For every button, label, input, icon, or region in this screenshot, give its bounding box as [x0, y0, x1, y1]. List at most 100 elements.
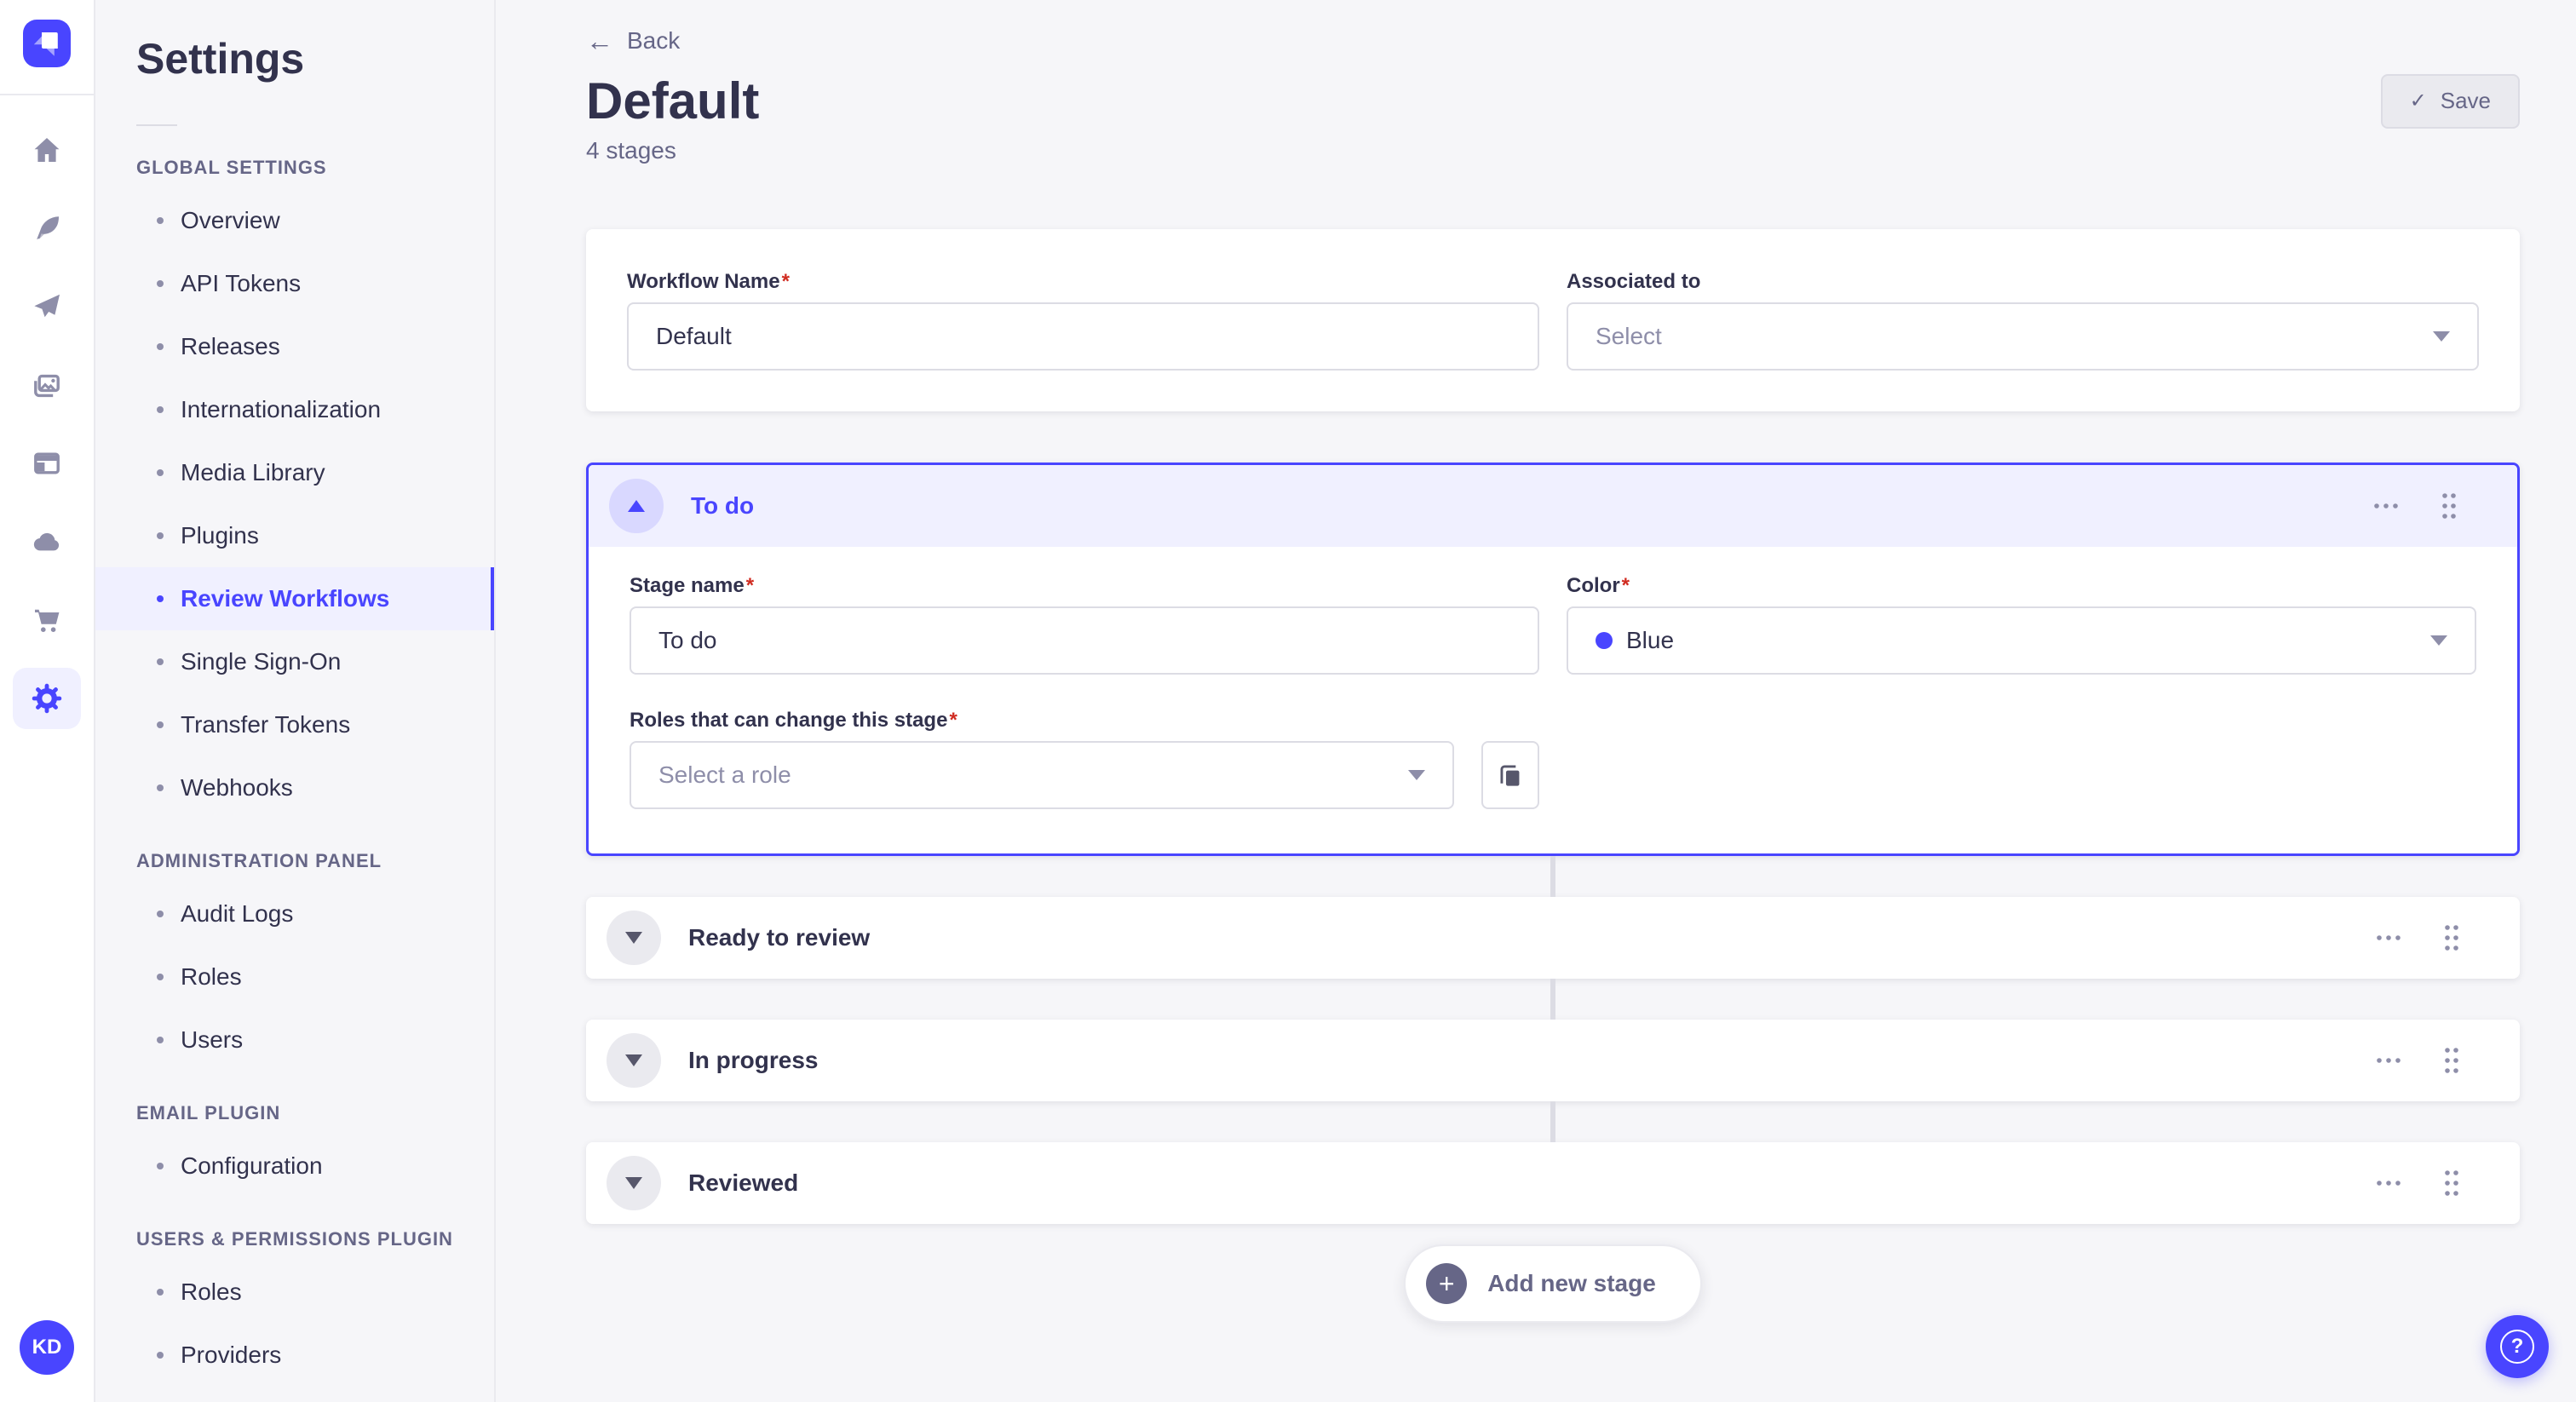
avatar[interactable]: KD — [20, 1320, 74, 1375]
stage-menu-button[interactable] — [2373, 922, 2404, 953]
stage-connector — [586, 1101, 2520, 1142]
page-title: Default — [586, 72, 760, 129]
add-new-stage-button[interactable]: + Add new stage — [1404, 1244, 1702, 1323]
cart-icon[interactable] — [13, 589, 81, 651]
sidebar-section: ADMINISTRATION PANEL Audit Logs Roles Us… — [95, 850, 494, 1072]
bullet-icon — [157, 784, 164, 791]
sidebar-item[interactable]: Overview — [95, 189, 494, 252]
sidebar-item-label: Releases — [181, 333, 280, 359]
drag-handle-icon[interactable] — [2441, 1045, 2462, 1076]
bullet-icon — [157, 974, 164, 980]
sidebar-item[interactable]: Review Workflows — [95, 567, 494, 630]
chevron-down-icon — [1408, 770, 1425, 780]
sidebar-section: EMAIL PLUGIN Configuration — [95, 1102, 494, 1198]
required-asterisk: * — [1621, 574, 1630, 597]
sidebar-item-label: Plugins — [181, 522, 259, 549]
drag-handle-icon[interactable] — [2441, 1168, 2462, 1198]
drag-handle-icon[interactable] — [2441, 922, 2462, 953]
sidebar-item[interactable]: Internationalization — [95, 378, 494, 441]
sidebar-item[interactable]: Media Library — [95, 441, 494, 504]
sidebar-item-label: Roles — [181, 1278, 242, 1305]
sidebar-item-label: Internationalization — [181, 396, 382, 422]
stage-name-input[interactable] — [630, 606, 1539, 675]
sidebar-item[interactable]: Configuration — [95, 1135, 494, 1198]
sidebar-item[interactable]: Audit Logs — [95, 882, 494, 945]
stage-accordion-header[interactable]: Ready to review — [586, 897, 2520, 979]
main-content: ← Back Default ✓ Save 4 stages Workflow … — [496, 0, 2576, 1402]
sidebar-item[interactable]: Single Sign-On — [95, 630, 494, 693]
stage-menu-button[interactable] — [2371, 491, 2401, 521]
sidebar-item-label: Users — [181, 1026, 244, 1053]
home-icon[interactable] — [13, 119, 81, 181]
stage-card-collapsed: In progress — [586, 1020, 2520, 1101]
sidebar-item-label: Single Sign-On — [181, 648, 342, 675]
expand-stage-button[interactable] — [607, 1156, 661, 1210]
required-asterisk: * — [745, 574, 755, 597]
associated-to-select[interactable]: Select — [1567, 302, 2479, 371]
stage-menu-button[interactable] — [2373, 1045, 2404, 1076]
stage-connector — [586, 979, 2520, 1020]
sidebar-item[interactable]: Transfer Tokens — [95, 693, 494, 756]
sidebar-section-items: Overview API Tokens Releases Internation… — [95, 189, 494, 819]
stage-name-heading: To do — [691, 492, 755, 519]
strapi-logo-icon[interactable] — [23, 20, 71, 74]
sidebar-item[interactable]: Providers — [95, 1324, 494, 1387]
workflow-name-label: Workflow Name * — [627, 270, 790, 293]
gear-icon[interactable] — [13, 668, 81, 729]
help-button[interactable]: ? — [2486, 1315, 2549, 1378]
sidebar-item-label: Transfer Tokens — [181, 711, 351, 738]
sidebar-item-label: Overview — [181, 207, 280, 233]
stage-count-subtitle: 4 stages — [586, 137, 676, 164]
stages-list: To do Stage name * To do Color * Blue Ro… — [586, 463, 2520, 1224]
sidebar-item-label: Audit Logs — [181, 900, 294, 927]
rail-nav-items — [13, 119, 81, 729]
stage-name-heading: Reviewed — [688, 1169, 799, 1196]
sidebar-item[interactable]: Plugins — [95, 504, 494, 567]
paper-plane-icon[interactable] — [13, 276, 81, 337]
bullet-icon — [157, 658, 164, 665]
stage-roles-select[interactable]: Select a role — [630, 741, 1454, 809]
stage-menu-button[interactable] — [2373, 1168, 2404, 1198]
sidebar-item[interactable]: Releases — [95, 315, 494, 378]
required-asterisk: * — [949, 709, 957, 732]
settings-sidebar: Settings GLOBAL SETTINGS Overview API To… — [95, 0, 496, 1402]
bullet-icon — [157, 1163, 164, 1169]
plus-icon: + — [1426, 1263, 1468, 1304]
stage-accordion-header[interactable]: To do — [589, 465, 2517, 547]
workflow-name-input[interactable] — [627, 302, 1539, 371]
back-link[interactable]: ← Back — [586, 24, 680, 58]
stage-name-label: Stage name * — [630, 574, 755, 597]
collapse-stage-button[interactable] — [609, 479, 664, 533]
feather-icon[interactable] — [13, 198, 81, 259]
collapsed-stages: Ready to review In progress Reviewed — [586, 856, 2520, 1224]
sidebar-item[interactable]: API Tokens — [95, 252, 494, 315]
sidebar-item[interactable]: Users — [95, 1008, 494, 1072]
stage-roles-placeholder: Select a role — [658, 761, 791, 788]
chevron-down-icon — [2433, 331, 2450, 342]
stage-header-actions — [2373, 922, 2462, 953]
stage-connector — [586, 856, 2520, 897]
sidebar-item-label: API Tokens — [181, 270, 302, 296]
duplicate-stage-button[interactable] — [1481, 741, 1539, 809]
back-arrow-icon: ← — [586, 26, 613, 56]
save-button[interactable]: ✓ Save — [2380, 73, 2520, 129]
sidebar-item[interactable]: Webhooks — [95, 756, 494, 819]
expand-stage-button[interactable] — [607, 911, 661, 965]
bullet-icon — [157, 595, 164, 602]
stage-card-collapsed: Reviewed — [586, 1142, 2520, 1224]
chevron-up-icon — [628, 500, 645, 512]
drag-handle-icon[interactable] — [2439, 491, 2459, 521]
expand-stage-button[interactable] — [607, 1033, 661, 1088]
media-library-icon[interactable] — [13, 354, 81, 416]
stage-accordion-header[interactable]: In progress — [586, 1020, 2520, 1101]
sidebar-item[interactable]: Roles — [95, 945, 494, 1008]
sidebar-item[interactable]: Roles — [95, 1261, 494, 1324]
cloud-icon[interactable] — [13, 511, 81, 572]
back-label: Back — [627, 27, 681, 54]
save-label: Save — [2440, 88, 2491, 113]
stage-color-label: Color * — [1567, 574, 1630, 597]
layout-icon[interactable] — [13, 433, 81, 494]
stage-color-select[interactable]: Blue — [1567, 606, 2476, 675]
sidebar-section-items: Audit Logs Roles Users — [95, 882, 494, 1072]
stage-accordion-header[interactable]: Reviewed — [586, 1142, 2520, 1224]
